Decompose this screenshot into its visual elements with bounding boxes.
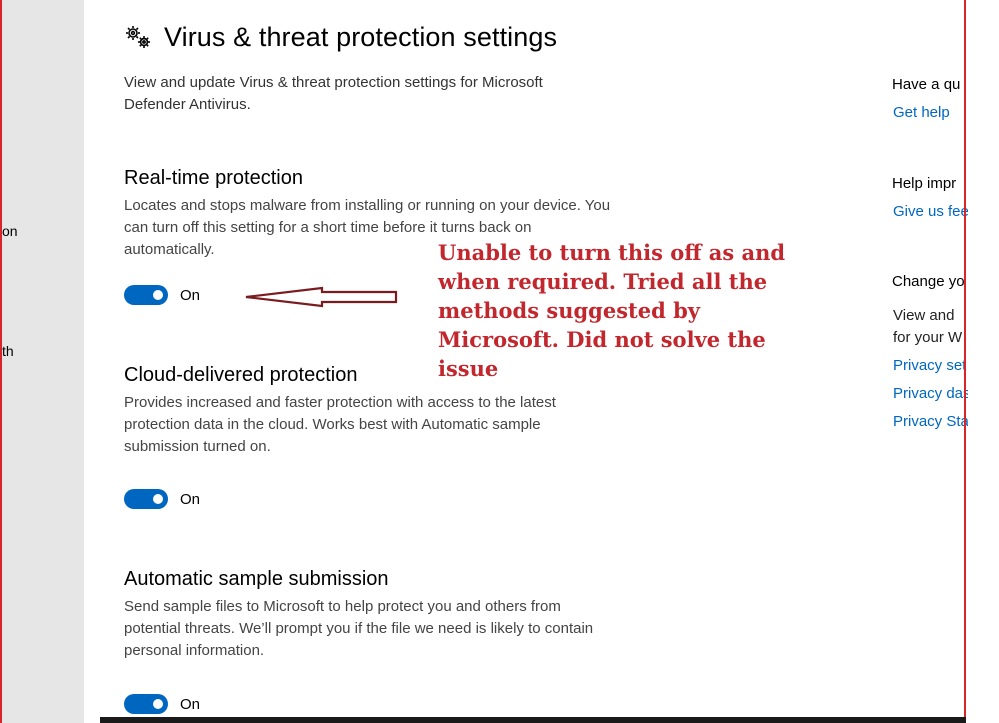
left-navigation-pane: on th (2, 0, 84, 723)
page-title: Virus & threat protection settings (164, 22, 558, 52)
right-help-column: Have a qu Get help Help impr Give us fee… (808, 0, 968, 723)
toggle-state-label: On (180, 490, 201, 508)
left-arrow-icon (240, 283, 400, 316)
page-intro: View and update Virus & threat protectio… (124, 74, 543, 113)
privacy-text-line: View and (893, 307, 955, 324)
section-description: Provides increased and faster protection… (124, 394, 556, 455)
privacy-statement-link[interactable]: Privacy Sta (893, 413, 968, 430)
real-time-protection-toggle[interactable] (124, 285, 168, 305)
section-title: Real-time protection (124, 167, 303, 189)
give-feedback-link[interactable]: Give us fee (893, 203, 968, 220)
window-right-border (964, 0, 966, 723)
nav-item-fragment[interactable]: th (2, 343, 14, 359)
sample-submission-toggle-row: On (124, 694, 200, 714)
cloud-protection-toggle-row: On (124, 489, 200, 509)
annotation-text: Unable to turn this off as and when requ… (438, 240, 786, 381)
taskbar-edge (100, 717, 966, 723)
privacy-heading: Change yo (892, 273, 965, 290)
get-help-link[interactable]: Get help (893, 104, 950, 121)
sample-submission-toggle[interactable] (124, 694, 168, 714)
privacy-text-line: for your W (893, 329, 963, 346)
privacy-dashboard-link[interactable]: Privacy das (893, 385, 968, 402)
page-header: Virus & threat protection settings (124, 22, 557, 53)
real-time-protection-toggle-row: On (124, 285, 200, 305)
improve-heading: Help impr (892, 175, 957, 192)
section-description: Send sample files to Microsoft to help p… (124, 598, 594, 659)
gears-icon (124, 24, 154, 52)
toggle-state-label: On (180, 286, 201, 304)
nav-item-fragment[interactable]: on (2, 223, 18, 239)
section-automatic-sample-submission: Automatic sample submission Send sample … (124, 566, 624, 662)
privacy-settings-link[interactable]: Privacy set (893, 357, 966, 374)
toggle-state-label: On (180, 695, 201, 713)
question-heading: Have a qu (892, 76, 961, 93)
section-title: Automatic sample submission (124, 568, 389, 590)
cloud-protection-toggle[interactable] (124, 489, 168, 509)
